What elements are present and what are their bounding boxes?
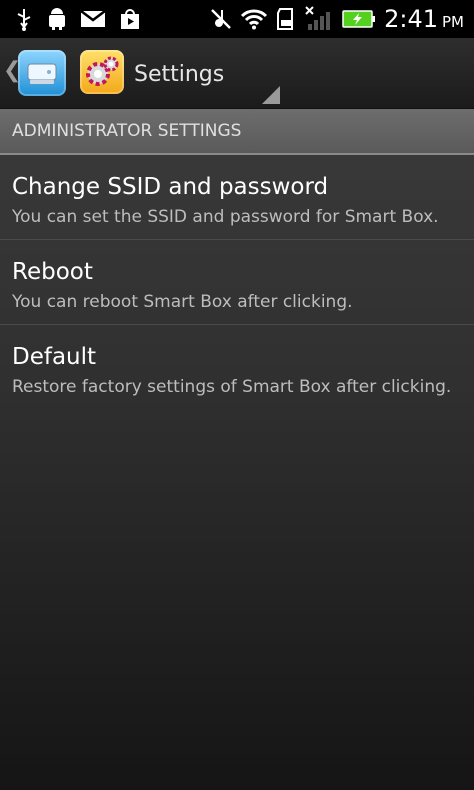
setting-title: Reboot: [12, 259, 93, 285]
clock-time: 2:41: [384, 5, 438, 33]
setting-title: Change SSID and password: [12, 174, 329, 200]
usb-icon: [14, 7, 34, 31]
wifi-icon: [240, 8, 268, 30]
play-store-icon: [118, 7, 142, 31]
page-title: Settings: [134, 62, 225, 87]
signal-icon: [304, 6, 334, 32]
action-bar: ❮ Settings: [0, 38, 474, 109]
settings-list: ADMINISTRATOR SETTINGS Change SSID and p…: [0, 109, 474, 790]
setting-description: You can set the SSID and password for Sm…: [12, 207, 439, 227]
setting-description: Restore factory settings of Smart Box af…: [12, 377, 452, 397]
battery-icon: [342, 9, 376, 29]
settings-gears-icon[interactable]: [80, 50, 124, 94]
android-debug-icon: [46, 7, 68, 31]
setting-change-ssid[interactable]: Change SSID and password You can set the…: [0, 155, 474, 240]
setting-reboot[interactable]: Reboot You can reboot Smart Box after cl…: [0, 240, 474, 325]
setting-description: You can reboot Smart Box after clicking.: [12, 292, 353, 312]
gmail-icon: [80, 9, 106, 29]
setting-title: Default: [12, 344, 97, 370]
status-bar: 2:41 PM: [0, 0, 474, 38]
smart-box-app-icon[interactable]: [18, 50, 66, 96]
clock-ampm: PM: [442, 13, 464, 31]
setting-default[interactable]: Default Restore factory settings of Smar…: [0, 325, 474, 409]
clock: 2:41 PM: [384, 5, 464, 33]
no-sound-icon: [210, 7, 232, 31]
dropdown-indicator-icon[interactable]: [262, 86, 280, 104]
sd-card-icon: [276, 7, 296, 31]
section-header: ADMINISTRATOR SETTINGS: [0, 109, 474, 155]
